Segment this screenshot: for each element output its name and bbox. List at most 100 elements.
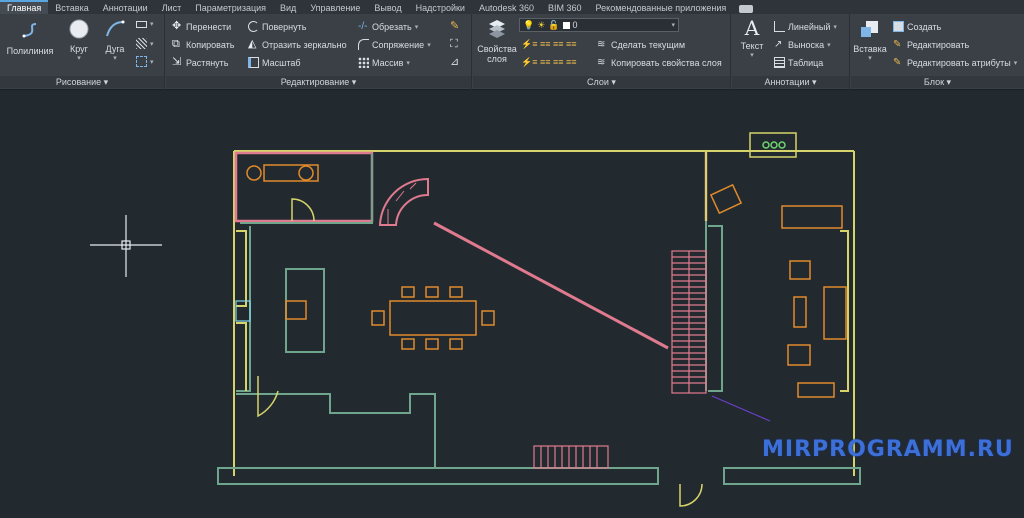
text-button[interactable]: A Текст ▾	[735, 17, 769, 59]
panel-block-title[interactable]: Блок ▾	[851, 76, 1024, 88]
current-layer-name: 0	[572, 20, 578, 30]
panel-layers: Свойства слоя 💡 ☀ 🔓 0 ▾ ⚡≡ ≡≡ ≡≡ ≡≡ ≋ Сде…	[473, 14, 731, 90]
leader-button[interactable]: ↗ Выноска ▾	[774, 39, 831, 50]
layer-tools-row2[interactable]: ⚡≡ ≡≡ ≡≡ ≡≡	[521, 57, 576, 68]
entry-stairs	[533, 445, 609, 469]
linear-dimension-icon	[774, 21, 785, 32]
layer-properties-button[interactable]: Свойства слоя	[476, 18, 518, 64]
polyline-icon	[22, 23, 37, 38]
tab-featured-apps[interactable]: Рекомендованные приложения	[589, 1, 734, 14]
edit-attributes-button[interactable]: ✎ Редактировать атрибуты ▾	[893, 57, 1017, 68]
drawing-canvas[interactable]: MIRPROGRAMM.RU	[0, 91, 1024, 518]
copy-button[interactable]: ⧉ Копировать	[172, 39, 234, 50]
leader-icon: ↗	[774, 39, 783, 50]
panel-modify-title[interactable]: Редактирование ▾	[166, 76, 471, 88]
hatch-button[interactable]: ▾	[136, 38, 154, 49]
spiral-staircase	[378, 177, 429, 226]
mirror-icon: ◭	[248, 38, 257, 50]
layer-tool-icon: ⚡≡ ≡≡ ≡≡ ≡≡	[521, 57, 577, 67]
mirror-button[interactable]: ◭ Отразить зеркально	[248, 39, 347, 50]
make-current-icon: ≋	[597, 39, 606, 50]
layer-properties-icon	[489, 20, 505, 38]
edit-block-button[interactable]: ✎ Редактировать	[893, 39, 969, 50]
region-icon	[136, 56, 147, 67]
circle-label: Круг	[70, 44, 88, 54]
tab-manage[interactable]: Управление	[303, 1, 367, 14]
tab-output[interactable]: Вывод	[367, 1, 408, 14]
layer-tools-row1[interactable]: ⚡≡ ≡≡ ≡≡ ≡≡	[521, 39, 576, 50]
scale-button[interactable]: Масштаб	[248, 57, 301, 68]
trim-icon: -/-	[358, 21, 368, 32]
arc-label: Дуга	[105, 44, 125, 54]
tab-view[interactable]: Вид	[273, 1, 303, 14]
tab-layout[interactable]: Лист	[155, 1, 189, 14]
polyline-button[interactable]: Полилиния	[4, 20, 56, 56]
tab-home[interactable]: Главная	[0, 0, 49, 14]
diagonal-wall	[433, 221, 669, 350]
panel-annotation-title[interactable]: Аннотации ▾	[732, 76, 849, 88]
lock-icon: 🔓	[548, 19, 560, 30]
match-layer-button[interactable]: ≋ Копировать свойства слоя	[597, 57, 722, 68]
tab-bim360[interactable]: BIM 360	[541, 1, 589, 14]
ribbon-tabs: Главная Вставка Аннотации Лист Параметризаци…	[0, 0, 1024, 14]
trim-button[interactable]: -/- Обрезать ▾	[358, 21, 418, 32]
move-button[interactable]: ✥ Перенести	[172, 21, 231, 32]
tab-addins[interactable]: Надстройки	[409, 1, 472, 14]
sun-icon: ☀	[537, 19, 546, 30]
offset-button[interactable]: ⊿	[450, 57, 461, 68]
move-icon: ✥	[172, 20, 182, 32]
panel-draw: Полилиния Круг ▾ Дуга ▾ ▾ ▾ ▾ Рисование …	[0, 14, 165, 90]
window-marker	[235, 300, 251, 322]
panel-annotation: A Текст ▾ Линейный ▾ ↗ Выноска ▾ Таблица Ан…	[732, 14, 850, 90]
ribbon: Полилиния Круг ▾ Дуга ▾ ▾ ▾ ▾ Рисование …	[0, 14, 1024, 90]
edit-block-icon: ✎	[893, 39, 902, 50]
arc-icon	[106, 20, 125, 37]
array-button[interactable]: Массив ▾	[358, 57, 410, 68]
layer-tool-icon: ⚡≡ ≡≡ ≡≡ ≡≡	[521, 39, 577, 49]
tab-annotate[interactable]: Аннотации	[96, 1, 155, 14]
stretch-icon: ⇲	[172, 56, 182, 68]
color-swatch	[562, 21, 570, 29]
insert-block-button[interactable]: Вставка ▾	[851, 18, 889, 62]
edit-attributes-icon: ✎	[893, 57, 902, 68]
explode-icon: ⛶	[450, 38, 458, 50]
region-button[interactable]: ▾	[136, 56, 154, 67]
tab-parametric[interactable]: Параметризация	[188, 1, 273, 14]
match-layer-icon: ≋	[597, 57, 606, 68]
fillet-button[interactable]: Сопряжение ▾	[358, 39, 431, 50]
make-current-button[interactable]: ≋ Сделать текущим	[597, 39, 685, 50]
layer-dropdown[interactable]: 💡 ☀ 🔓 0 ▾	[519, 18, 679, 32]
rectangle-button[interactable]: ▾	[136, 20, 154, 28]
array-icon	[358, 57, 369, 68]
rotate-icon	[248, 21, 259, 32]
scale-icon	[248, 57, 259, 68]
offset-icon: ⊿	[450, 56, 460, 68]
explode-button[interactable]: ⛶	[450, 39, 461, 50]
stretch-button[interactable]: ⇲ Растянуть	[172, 57, 229, 68]
rectangle-icon	[136, 20, 147, 28]
tab-insert[interactable]: Вставка	[48, 1, 95, 14]
sink-fixture	[749, 132, 797, 158]
circle-button[interactable]: Круг ▾	[60, 18, 98, 62]
table-button[interactable]: Таблица	[774, 57, 823, 68]
rotate-button[interactable]: Повернуть	[248, 21, 306, 32]
watermark: MIRPROGRAMM.RU	[762, 437, 1014, 462]
outer-walls	[217, 150, 861, 485]
create-block-button[interactable]: Создать	[893, 21, 941, 32]
layer-properties-label: Свойства слоя	[477, 44, 517, 64]
video-icon[interactable]	[739, 4, 754, 13]
hatch-icon	[136, 38, 147, 49]
main-staircase	[671, 250, 707, 394]
lightbulb-icon: 💡	[523, 19, 535, 30]
linear-dimension-button[interactable]: Линейный ▾	[774, 21, 837, 32]
tab-autodesk360[interactable]: Autodesk 360	[472, 1, 541, 14]
panel-draw-title[interactable]: Рисование ▾	[0, 76, 164, 88]
create-block-icon	[893, 21, 904, 32]
panel-modify: ✥ Перенести Повернуть -/- Обрезать ▾ ⧉ Копир…	[166, 14, 472, 90]
text-label: Текст	[740, 41, 764, 51]
panel-layers-title[interactable]: Слои ▾	[473, 76, 730, 88]
table-icon	[774, 57, 785, 68]
erase-button[interactable]: ✎	[450, 21, 461, 32]
arc-button[interactable]: Дуга ▾	[100, 18, 130, 62]
inner-walls	[234, 151, 849, 469]
